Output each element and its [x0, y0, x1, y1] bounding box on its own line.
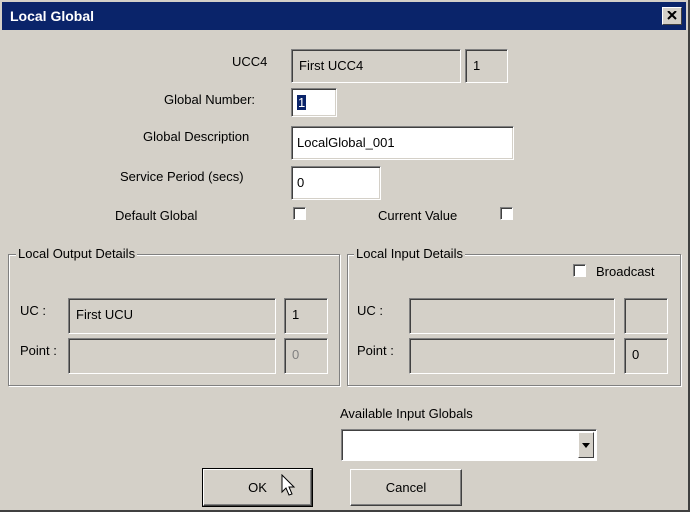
- ucc4-number-field: 1: [465, 49, 508, 83]
- broadcast-checkbox[interactable]: [573, 264, 586, 277]
- service-period-input[interactable]: 0: [291, 166, 381, 200]
- close-icon: [667, 11, 677, 20]
- local-input-point-name-field: [409, 338, 615, 374]
- local-input-title: Local Input Details: [354, 246, 465, 261]
- local-input-point-label: Point :: [357, 343, 394, 358]
- title-bar[interactable]: Local Global: [2, 2, 686, 30]
- local-output-uc-number-field: 1: [284, 298, 328, 334]
- global-number-input[interactable]: 1: [291, 88, 337, 117]
- ok-button-label: OK: [248, 480, 267, 495]
- global-number-label: Global Number:: [164, 92, 256, 107]
- ucc4-name-field: First UCC4: [291, 49, 461, 83]
- local-input-uc-number-field: [624, 298, 668, 334]
- default-global-label: Default Global: [115, 208, 198, 223]
- current-value-label: Current Value: [378, 208, 458, 223]
- available-input-globals-dropdown[interactable]: [341, 429, 597, 461]
- local-output-point-number-field: 0: [284, 338, 328, 374]
- local-output-point-name-field: [68, 338, 276, 374]
- global-description-input[interactable]: LocalGlobal_001: [291, 126, 514, 160]
- global-number-value: 1: [297, 95, 307, 110]
- current-value-checkbox[interactable]: [500, 207, 513, 220]
- chevron-down-icon: [582, 443, 590, 448]
- global-description-label: Global Description: [143, 129, 250, 144]
- local-output-point-label: Point :: [20, 343, 57, 358]
- window-title: Local Global: [10, 8, 95, 24]
- close-button[interactable]: [662, 7, 682, 25]
- cancel-button[interactable]: Cancel: [350, 469, 462, 506]
- local-input-uc-label: UC :: [357, 303, 383, 318]
- ucc4-label: UCC4: [232, 54, 268, 69]
- local-output-uc-label: UC :: [20, 303, 46, 318]
- broadcast-label: Broadcast: [596, 264, 655, 279]
- mouse-cursor-icon: [281, 474, 296, 496]
- default-global-checkbox[interactable]: [293, 207, 306, 220]
- service-period-label: Service Period (secs): [120, 169, 244, 184]
- available-input-globals-label: Available Input Globals: [340, 406, 473, 421]
- local-output-uc-name-field: First UCU: [68, 298, 276, 334]
- dropdown-arrow-button[interactable]: [578, 432, 594, 458]
- local-global-dialog: Local Global UCC4 First UCC4 1 Global Nu…: [0, 0, 690, 512]
- local-input-uc-name-field: [409, 298, 615, 334]
- local-input-point-number-field: 0: [624, 338, 668, 374]
- cancel-button-label: Cancel: [385, 480, 427, 495]
- local-output-title: Local Output Details: [16, 246, 138, 261]
